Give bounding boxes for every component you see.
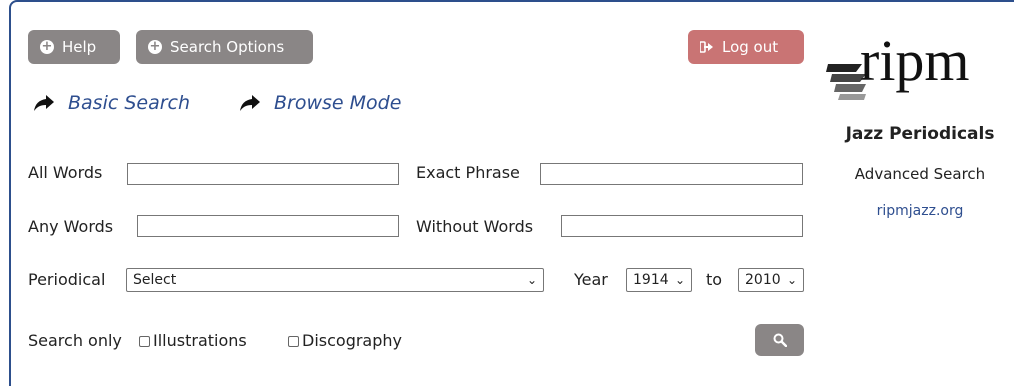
search-mode-label: Advanced Search <box>854 165 986 183</box>
year-to-select[interactable]: 2010 ⌄ <box>738 268 804 292</box>
discography-label: Discography <box>302 331 402 350</box>
basic-search-label: Basic Search <box>68 92 191 114</box>
logout-label: Log out <box>722 38 779 56</box>
search-only-label: Search only <box>28 331 122 350</box>
chevron-down-icon: ⌄ <box>786 273 797 287</box>
year-from-value: 1914 <box>633 272 669 288</box>
plus-circle-icon: + <box>148 39 162 54</box>
exact-phrase-input[interactable] <box>540 163 803 185</box>
year-from-select[interactable]: 1914 ⌄ <box>626 268 692 292</box>
logout-button[interactable]: Log out <box>688 30 804 64</box>
year-label: Year <box>574 270 608 289</box>
search-button[interactable] <box>755 324 804 356</box>
share-arrow-icon <box>34 95 54 111</box>
without-words-label: Without Words <box>416 217 534 236</box>
basic-search-link[interactable]: Basic Search <box>34 92 190 114</box>
discography-checkbox[interactable] <box>288 336 299 347</box>
periodical-selected: Select <box>133 272 177 288</box>
plus-circle-icon: + <box>40 39 54 54</box>
discography-option[interactable]: Discography <box>288 331 402 350</box>
site-link[interactable]: ripmjazz.org <box>820 203 1014 219</box>
sign-out-icon <box>700 41 713 53</box>
all-words-label: All Words <box>28 163 103 182</box>
periodical-select[interactable]: Select ⌄ <box>126 268 544 292</box>
exact-phrase-label: Exact Phrase <box>416 163 520 182</box>
year-to-value: 2010 <box>745 272 781 288</box>
help-label: Help <box>62 38 97 56</box>
browse-mode-link[interactable]: Browse Mode <box>240 92 401 114</box>
search-options-button[interactable]: + Search Options <box>136 30 313 64</box>
illustrations-checkbox[interactable] <box>139 336 150 347</box>
year-to-label: to <box>706 270 723 289</box>
help-button[interactable]: + Help <box>28 30 120 64</box>
search-options-label: Search Options <box>170 38 285 56</box>
any-words-input[interactable] <box>137 215 399 237</box>
browse-mode-label: Browse Mode <box>274 92 402 114</box>
chevron-down-icon: ⌄ <box>674 273 685 287</box>
chevron-down-icon: ⌄ <box>526 273 537 287</box>
logo-wordmark: ripm <box>860 28 970 93</box>
any-words-label: Any Words <box>28 217 114 236</box>
periodical-label: Periodical <box>28 270 106 289</box>
share-arrow-icon <box>240 95 260 111</box>
illustrations-label: Illustrations <box>153 331 247 350</box>
ripm-logo: ripm <box>826 20 1014 100</box>
without-words-input[interactable] <box>561 215 803 237</box>
collection-title: Jazz Periodicals <box>845 124 995 144</box>
magnifier-icon <box>773 333 787 347</box>
illustrations-option[interactable]: Illustrations <box>139 331 247 350</box>
all-words-input[interactable] <box>127 163 399 185</box>
